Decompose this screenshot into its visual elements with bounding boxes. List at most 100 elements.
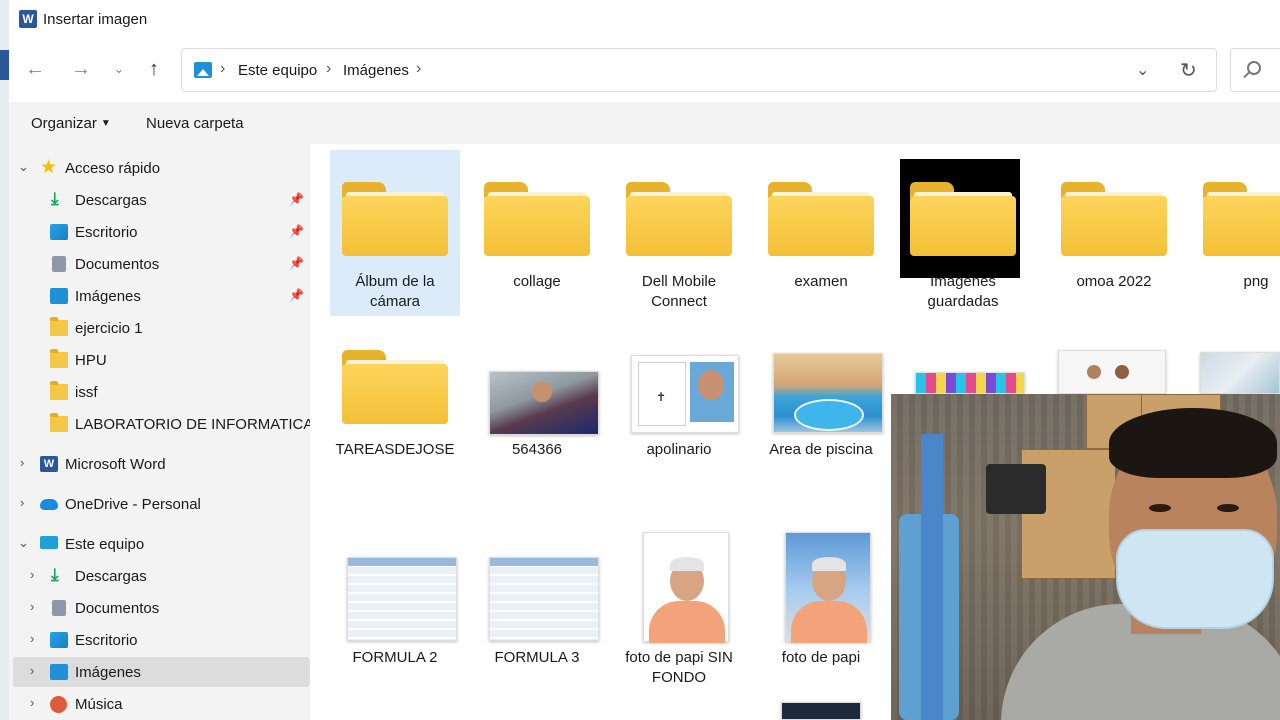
item-name: foto de papi SIN FONDO	[625, 649, 733, 686]
up-button[interactable]: ↑	[140, 56, 168, 84]
chevron-right-icon[interactable]: ›	[30, 599, 34, 614]
chevron-right-icon[interactable]: ›	[20, 495, 24, 510]
nav-label: Documentos	[75, 256, 160, 273]
nav-item-issf[interactable]: issf	[9, 377, 306, 407]
nav-label: LABORATORIO DE INFORMATICA II	[75, 416, 326, 433]
insert-image-dialog: W Insertar imagen ← → ⌄ ↑ › Este equipo …	[9, 0, 1280, 720]
folder-icon	[342, 166, 448, 256]
nav-onedrive[interactable]: › OneDrive - Personal	[9, 489, 306, 519]
pin-icon[interactable]: 📌	[289, 288, 304, 302]
item-name: examen	[794, 273, 848, 290]
breadcrumb-separator: ›	[220, 60, 226, 77]
breadcrumb-pictures[interactable]: Imágenes	[343, 62, 409, 79]
image-thumbnail[interactable]	[1200, 352, 1280, 394]
folder-item[interactable]: Álbum de la cámara	[330, 150, 460, 316]
folder-icon	[342, 334, 448, 424]
nav-pc-musica[interactable]: › Música	[9, 689, 306, 719]
refresh-icon[interactable]: ↻	[1180, 58, 1197, 83]
folder-item[interactable]: collage	[472, 150, 602, 316]
desktop-icon	[50, 632, 68, 648]
folder-item[interactable]: TAREASDEJOSE	[330, 318, 460, 484]
address-row: ← → ⌄ ↑ › Este equipo › Imágenes › ⌄ ↻	[9, 44, 1280, 96]
command-bar: Organizar ▼ Nueva carpeta	[9, 102, 1280, 144]
desktop-icon	[50, 224, 68, 240]
image-thumbnail[interactable]	[781, 702, 861, 720]
nav-item-documentos[interactable]: Documentos 📌	[9, 249, 306, 279]
nav-pc-documentos[interactable]: › Documentos	[9, 593, 306, 623]
image-thumbnail	[489, 371, 599, 435]
breadcrumb-separator[interactable]: ›	[416, 60, 421, 78]
nav-quick-access[interactable]: ⌄ ★ Acceso rápido	[9, 153, 306, 183]
image-item[interactable]: Area de piscina	[756, 318, 886, 484]
chevron-right-icon[interactable]: ›	[30, 695, 34, 710]
breadcrumb-this-pc[interactable]: Este equipo	[238, 62, 317, 79]
nav-microsoft-word[interactable]: › W Microsoft Word	[9, 449, 306, 479]
item-name: foto de papi	[781, 649, 861, 666]
chevron-right-icon[interactable]: ›	[30, 663, 34, 678]
cloud-icon	[40, 499, 58, 510]
pin-icon[interactable]: 📌	[289, 256, 304, 270]
folder-item[interactable]: png	[1191, 150, 1280, 316]
nav-pc-descargas[interactable]: › ⤓ Descargas	[9, 561, 306, 591]
nav-label: Música	[75, 696, 123, 713]
pin-icon[interactable]: 📌	[289, 192, 304, 206]
chevron-down-icon[interactable]: ⌄	[1136, 60, 1149, 80]
nav-item-hpu[interactable]: HPU	[9, 345, 306, 375]
nav-label: Imágenes	[75, 288, 141, 305]
folder-item[interactable]: examen	[756, 150, 886, 316]
folder-item[interactable]: omoa 2022	[1049, 150, 1179, 316]
folder-item[interactable]: Dell Mobile Connect	[614, 150, 744, 316]
new-folder-button[interactable]: Nueva carpeta	[146, 115, 244, 132]
nav-item-escritorio[interactable]: Escritorio 📌	[9, 217, 306, 247]
nav-label: Imágenes	[75, 664, 141, 681]
recent-locations-button[interactable]: ⌄	[105, 56, 133, 84]
word-app-icon: W	[19, 10, 37, 28]
pin-icon[interactable]: 📌	[289, 224, 304, 238]
nav-label: Descargas	[75, 192, 147, 209]
forward-button[interactable]: →	[67, 56, 95, 84]
chevron-down-icon[interactable]: ⌄	[18, 159, 29, 175]
organize-button[interactable]: Organizar ▼	[31, 115, 111, 132]
folder-item[interactable]: Imágenes guardadas	[898, 150, 1028, 316]
image-thumbnail: ✝	[631, 355, 739, 433]
image-thumbnail[interactable]	[1058, 350, 1166, 394]
image-item[interactable]: ✝ apolinario	[614, 318, 744, 484]
item-name: collage	[513, 273, 561, 290]
folder-icon	[50, 317, 68, 336]
image-item[interactable]: 564366	[472, 318, 602, 484]
image-item[interactable]: foto de papi SIN FONDO	[614, 526, 744, 692]
chevron-right-icon[interactable]: ›	[20, 455, 24, 470]
image-thumbnail[interactable]	[915, 372, 1025, 394]
address-bar[interactable]: › Este equipo › Imágenes › ⌄ ↻	[181, 48, 1217, 92]
folder-icon	[50, 413, 68, 432]
webcam-overlay	[891, 394, 1280, 720]
image-thumbnail	[489, 557, 599, 641]
nav-item-laboratorio[interactable]: LABORATORIO DE INFORMATICA II	[9, 409, 325, 439]
back-button[interactable]: ←	[21, 56, 49, 84]
documents-icon	[52, 600, 66, 616]
download-icon: ⤓	[51, 189, 59, 208]
chevron-right-icon[interactable]: ›	[30, 631, 34, 646]
image-thumbnail	[773, 353, 883, 433]
nav-label: Escritorio	[75, 224, 138, 241]
item-name: Dell Mobile Connect	[641, 273, 717, 310]
image-item[interactable]: FORMULA 3	[472, 526, 602, 692]
computer-icon	[40, 536, 58, 549]
nav-item-imagenes[interactable]: Imágenes 📌	[9, 281, 306, 311]
nav-item-ejercicio-1[interactable]: ejercicio 1	[9, 313, 306, 343]
folder-icon	[1061, 166, 1167, 256]
documents-icon	[52, 256, 66, 272]
image-item[interactable]: FORMULA 2	[330, 526, 460, 692]
nav-item-descargas[interactable]: ⤓ Descargas 📌	[9, 185, 306, 215]
nav-this-pc[interactable]: ⌄ Este equipo	[9, 529, 306, 559]
chevron-down-icon[interactable]: ⌄	[18, 535, 29, 551]
item-name: Imágenes guardadas	[927, 273, 999, 310]
image-item[interactable]: foto de papi	[756, 526, 886, 692]
folder-icon	[910, 166, 1016, 256]
search-input[interactable]	[1230, 48, 1280, 92]
nav-pc-imagenes[interactable]: › Imágenes	[13, 657, 310, 687]
item-name: omoa 2022	[1076, 273, 1152, 290]
chevron-right-icon[interactable]: ›	[30, 567, 34, 582]
nav-pc-escritorio[interactable]: › Escritorio	[9, 625, 306, 655]
item-name: Area de piscina	[769, 441, 873, 458]
